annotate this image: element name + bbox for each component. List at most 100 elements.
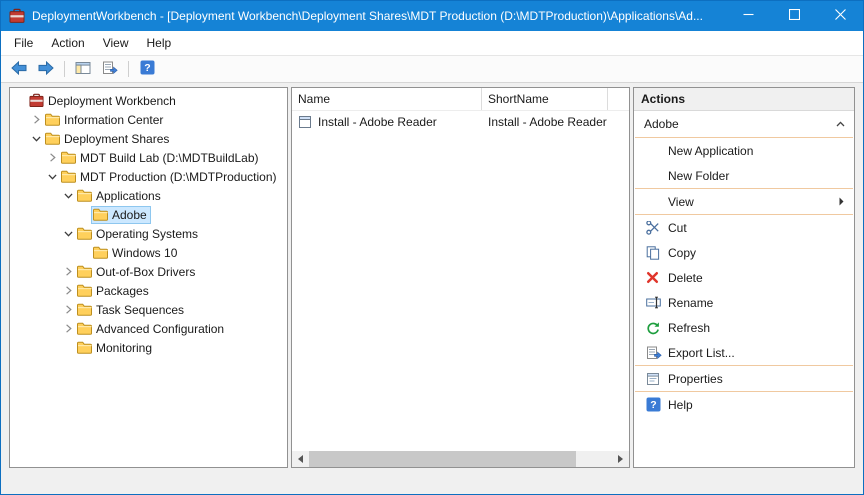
tree-item-label: Deployment Shares <box>62 132 169 146</box>
tree-item-information-center[interactable]: Information Center <box>10 110 287 129</box>
action-label: New Application <box>668 144 846 158</box>
tree-item-deployment-workbench[interactable]: Deployment Workbench <box>10 91 287 110</box>
back-icon <box>11 61 27 78</box>
delete-icon <box>646 271 668 284</box>
scroll-right-button[interactable] <box>612 451 629 467</box>
action-copy[interactable]: Copy <box>634 240 854 265</box>
rename-icon <box>646 296 668 309</box>
scroll-left-button[interactable] <box>292 451 309 467</box>
menu-bar: FileActionViewHelp <box>1 31 863 55</box>
maximize-button[interactable] <box>771 1 817 31</box>
column-header-name[interactable]: Name <box>292 88 482 110</box>
chevron-expanded-icon[interactable] <box>61 191 76 200</box>
tree-item-mdt-build-lab-d-mdtbuildlab[interactable]: MDT Build Lab (D:\MDTBuildLab) <box>10 148 287 167</box>
action-rename[interactable]: Rename <box>634 290 854 315</box>
tree-node[interactable]: MDT Build Lab (D:\MDTBuildLab) <box>60 150 262 166</box>
action-cut[interactable]: Cut <box>634 215 854 240</box>
folder-icon <box>45 113 62 126</box>
chevron-expanded-icon[interactable] <box>45 172 60 181</box>
minimize-button[interactable] <box>725 1 771 31</box>
tree-item-label: Advanced Configuration <box>94 322 224 336</box>
toolbar-console-tree-button[interactable] <box>71 58 95 80</box>
action-refresh[interactable]: Refresh <box>634 315 854 340</box>
tree-node[interactable]: Applications <box>76 188 164 204</box>
folder-icon <box>77 303 94 316</box>
close-button[interactable] <box>817 1 863 31</box>
export-list-icon <box>102 61 118 78</box>
menu-item-view[interactable]: View <box>94 32 138 54</box>
toolbar-help-button[interactable]: ? <box>135 58 159 80</box>
action-label: Rename <box>668 296 846 310</box>
console-tree-pane: Deployment Workbench Information Center De… <box>9 87 288 468</box>
folder-icon <box>77 322 94 335</box>
action-delete[interactable]: Delete <box>634 265 854 290</box>
tree-node[interactable]: Deployment Workbench <box>28 92 179 109</box>
action-new-application[interactable]: New Application <box>634 138 854 163</box>
submenu-arrow-icon <box>839 197 844 206</box>
toolbar-back-button[interactable] <box>7 58 31 80</box>
menu-item-help[interactable]: Help <box>138 32 181 54</box>
tree-item-label: Applications <box>94 189 161 203</box>
column-header-filler <box>608 88 629 110</box>
folder-icon <box>61 151 78 164</box>
tree-item-operating-systems[interactable]: Operating Systems <box>10 224 287 243</box>
column-header-shortname[interactable]: ShortName <box>482 88 608 110</box>
tree-item-task-sequences[interactable]: Task Sequences <box>10 300 287 319</box>
tree-node[interactable]: Operating Systems <box>76 226 201 242</box>
tree-node[interactable]: Deployment Shares <box>44 131 172 147</box>
tree-node[interactable]: Advanced Configuration <box>76 321 227 337</box>
action-label: New Folder <box>668 169 846 183</box>
tree-item-packages[interactable]: Packages <box>10 281 287 300</box>
chevron-collapsed-icon[interactable] <box>61 267 76 276</box>
actions-group-label: Adobe <box>644 117 836 131</box>
tree-item-windows-10[interactable]: Windows 10 <box>10 243 287 262</box>
tree-item-mdt-production-d-mdtproduction[interactable]: MDT Production (D:\MDTProduction) <box>10 167 287 186</box>
folder-icon <box>61 170 78 183</box>
menu-item-action[interactable]: Action <box>42 32 93 54</box>
chevron-collapsed-icon[interactable] <box>29 115 44 124</box>
tree-item-applications[interactable]: Applications <box>10 186 287 205</box>
chevron-collapsed-icon[interactable] <box>61 305 76 314</box>
tree-item-out-of-box-drivers[interactable]: Out-of-Box Drivers <box>10 262 287 281</box>
chevron-expanded-icon[interactable] <box>61 229 76 238</box>
chevron-expanded-icon[interactable] <box>29 134 44 143</box>
tree-node[interactable]: Windows 10 <box>92 245 180 261</box>
list-cell: Install - Adobe Reader <box>482 115 608 129</box>
actions-pane: Actions AdobeNew ApplicationNew FolderVi… <box>633 87 855 468</box>
action-view[interactable]: View <box>634 189 854 214</box>
toolbar-export-list-button[interactable] <box>98 58 122 80</box>
tree-node[interactable]: Out-of-Box Drivers <box>76 264 198 280</box>
tree-item-label: Windows 10 <box>110 246 177 260</box>
tree-node[interactable]: Information Center <box>44 112 166 128</box>
title-bar[interactable]: DeploymentWorkbench - [Deployment Workbe… <box>1 1 863 31</box>
list-item-install-adobe-reader[interactable]: Install - Adobe ReaderInstall - Adobe Re… <box>292 112 629 132</box>
tree-item-adobe[interactable]: Adobe <box>10 205 287 224</box>
action-label: View <box>668 195 839 209</box>
tree-node[interactable]: Task Sequences <box>76 302 187 318</box>
actions-group-header[interactable]: Adobe <box>634 111 854 137</box>
tree-node[interactable]: Monitoring <box>76 340 155 356</box>
tree-node[interactable]: Adobe <box>92 207 150 223</box>
action-help[interactable]: ?Help <box>634 392 854 417</box>
action-label: Help <box>668 398 846 412</box>
horizontal-scrollbar[interactable] <box>292 451 629 467</box>
chevron-collapsed-icon[interactable] <box>45 153 60 162</box>
action-properties[interactable]: Properties <box>634 366 854 391</box>
tree-node[interactable]: MDT Production (D:\MDTProduction) <box>60 169 280 185</box>
action-export-list[interactable]: Export List... <box>634 340 854 365</box>
tree-item-monitoring[interactable]: Monitoring <box>10 338 287 357</box>
tree-node[interactable]: Packages <box>76 283 152 299</box>
toolbar-forward-button[interactable] <box>34 58 58 80</box>
scroll-left-icon <box>298 455 303 463</box>
results-pane: NameShortName Install - Adobe ReaderInst… <box>291 87 630 468</box>
menu-item-file[interactable]: File <box>5 32 42 54</box>
tree-item-advanced-configuration[interactable]: Advanced Configuration <box>10 319 287 338</box>
collapse-group-icon[interactable] <box>836 121 845 127</box>
chevron-collapsed-icon[interactable] <box>61 324 76 333</box>
action-new-folder[interactable]: New Folder <box>634 163 854 188</box>
tree-item-deployment-shares[interactable]: Deployment Shares <box>10 129 287 148</box>
chevron-collapsed-icon[interactable] <box>61 286 76 295</box>
scrollbar-track[interactable] <box>309 451 612 467</box>
scrollbar-thumb[interactable] <box>309 451 576 467</box>
application-icon <box>298 115 316 129</box>
